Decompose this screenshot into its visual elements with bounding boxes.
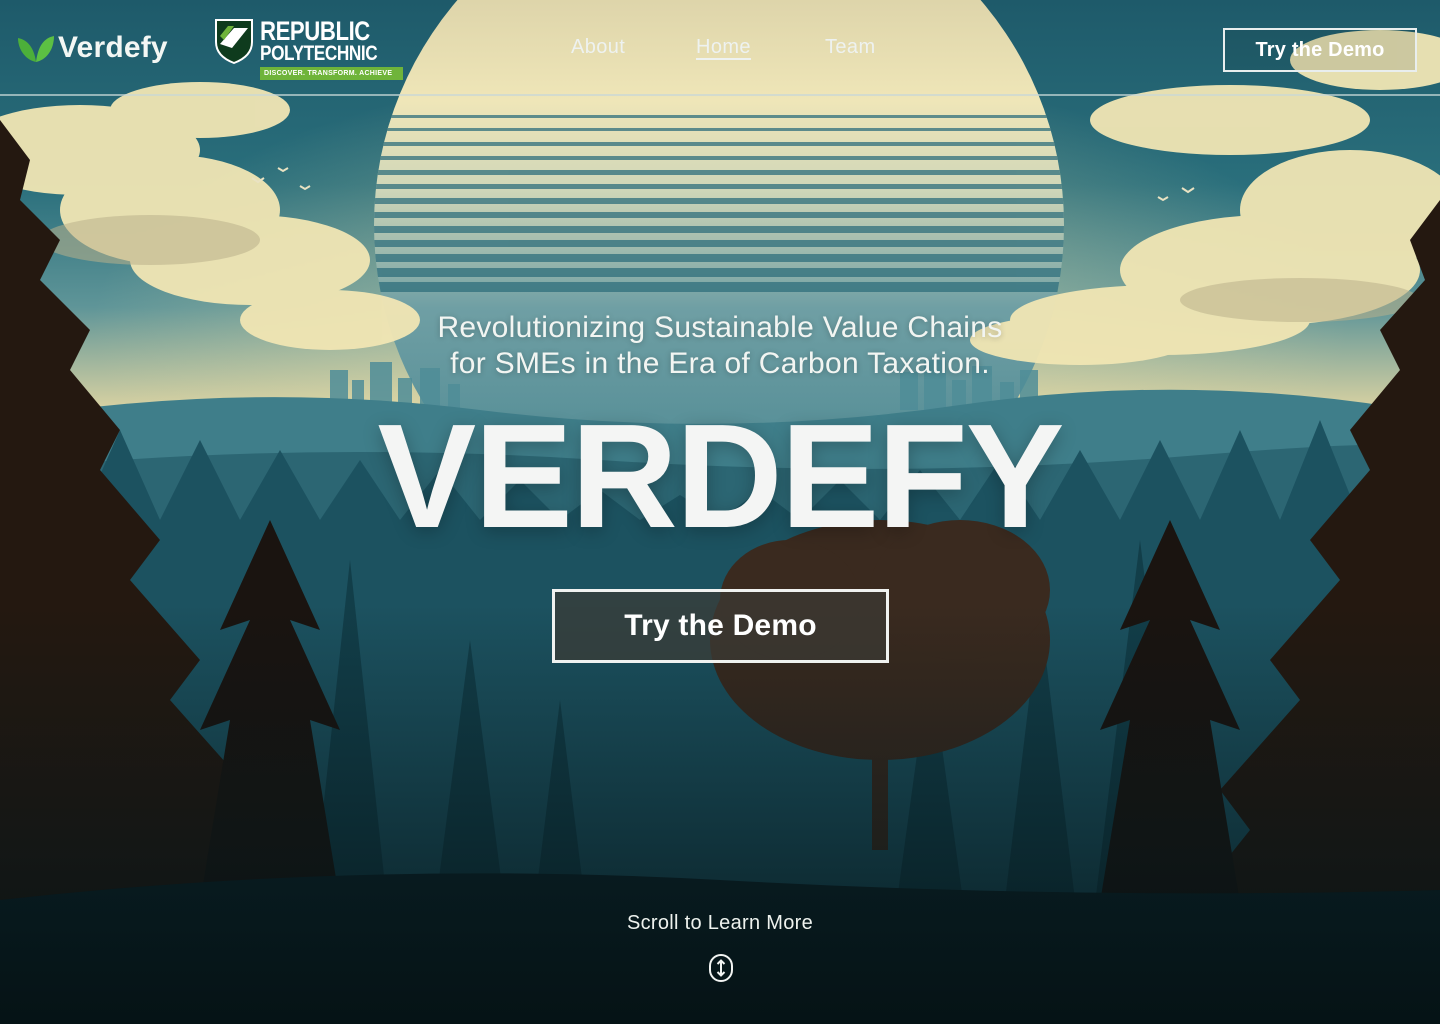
header-try-demo-button[interactable]: Try the Demo bbox=[1223, 28, 1417, 72]
hero-tagline-line1: Revolutionizing Sustainable Value Chains bbox=[437, 311, 1003, 344]
partner-tagline: DISCOVER. TRANSFORM. ACHIEVE bbox=[260, 67, 404, 80]
nav-home[interactable]: Home bbox=[696, 36, 751, 59]
site-header: Verdefy REPUBLIC POLYTECHNIC DISCOVER. T… bbox=[0, 0, 1440, 96]
nav-team[interactable]: Team bbox=[825, 36, 876, 59]
mouse-scroll-icon[interactable] bbox=[708, 953, 734, 983]
nav-about[interactable]: About bbox=[571, 36, 625, 59]
hero-title: VERDEFY bbox=[377, 394, 1064, 559]
hero-tagline: Revolutionizing Sustainable Value Chains… bbox=[370, 310, 1070, 382]
scroll-label: Scroll to Learn More bbox=[626, 912, 814, 934]
hero-try-demo-button[interactable]: Try the Demo bbox=[552, 589, 889, 663]
hero-tagline-line2: for SMEs in the Era of Carbon Taxation. bbox=[450, 347, 990, 380]
